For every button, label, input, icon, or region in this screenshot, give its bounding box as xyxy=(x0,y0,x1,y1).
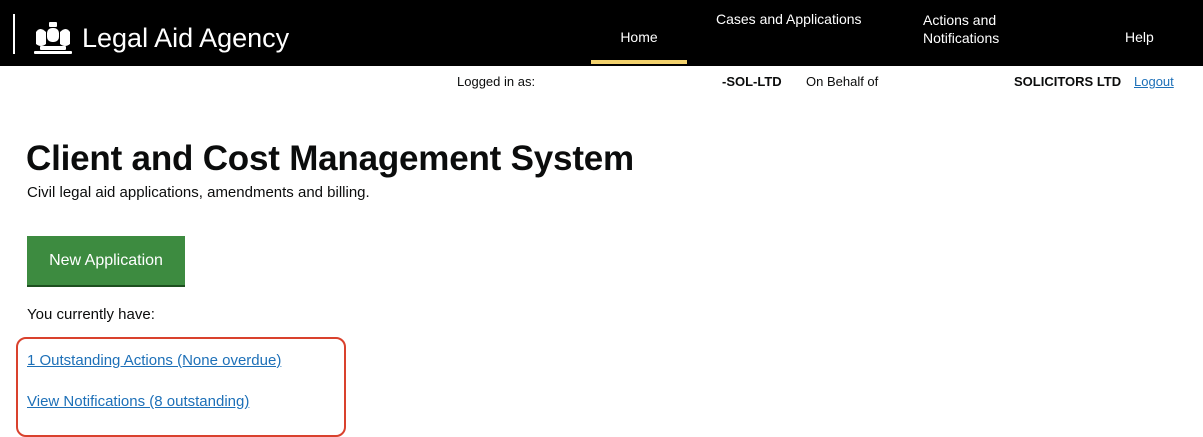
new-application-button[interactable]: New Application xyxy=(27,236,185,285)
logged-in-user: -SOL-LTD xyxy=(722,74,782,89)
on-behalf-label: On Behalf of xyxy=(806,74,879,89)
outstanding-actions-link[interactable]: 1 Outstanding Actions (None overdue) xyxy=(27,352,281,369)
nav-actions-and-notifications[interactable]: Actions and Notifications xyxy=(923,11,1013,47)
nav-cases-and-applications[interactable]: Cases and Applications xyxy=(716,10,862,28)
view-notifications-link[interactable]: View Notifications (8 outstanding) xyxy=(27,393,249,410)
current-status-label: You currently have: xyxy=(27,306,155,323)
logout-link[interactable]: Logout xyxy=(1134,74,1174,89)
nav-home-label: Home xyxy=(620,29,658,45)
page-subtitle: Civil legal aid applications, amendments… xyxy=(27,184,370,201)
royal-crest-icon xyxy=(34,22,72,54)
brand-name: Legal Aid Agency xyxy=(82,22,290,53)
nav-active-indicator xyxy=(591,60,687,64)
nav-actions-line1: Actions and xyxy=(923,12,997,28)
nav-help[interactable]: Help xyxy=(1125,28,1154,46)
top-header: Legal Aid Agency Home Cases and Applicat… xyxy=(0,0,1203,66)
firm-name: SOLICITORS LTD xyxy=(1014,74,1122,89)
header-divider xyxy=(13,14,15,54)
brand[interactable]: Legal Aid Agency xyxy=(30,20,289,56)
nav-actions-line2: Notifications xyxy=(923,30,1000,46)
nav-home[interactable]: Home xyxy=(591,0,687,66)
page-title: Client and Cost Management System xyxy=(26,139,634,178)
logged-in-label: Logged in as: xyxy=(457,74,536,89)
